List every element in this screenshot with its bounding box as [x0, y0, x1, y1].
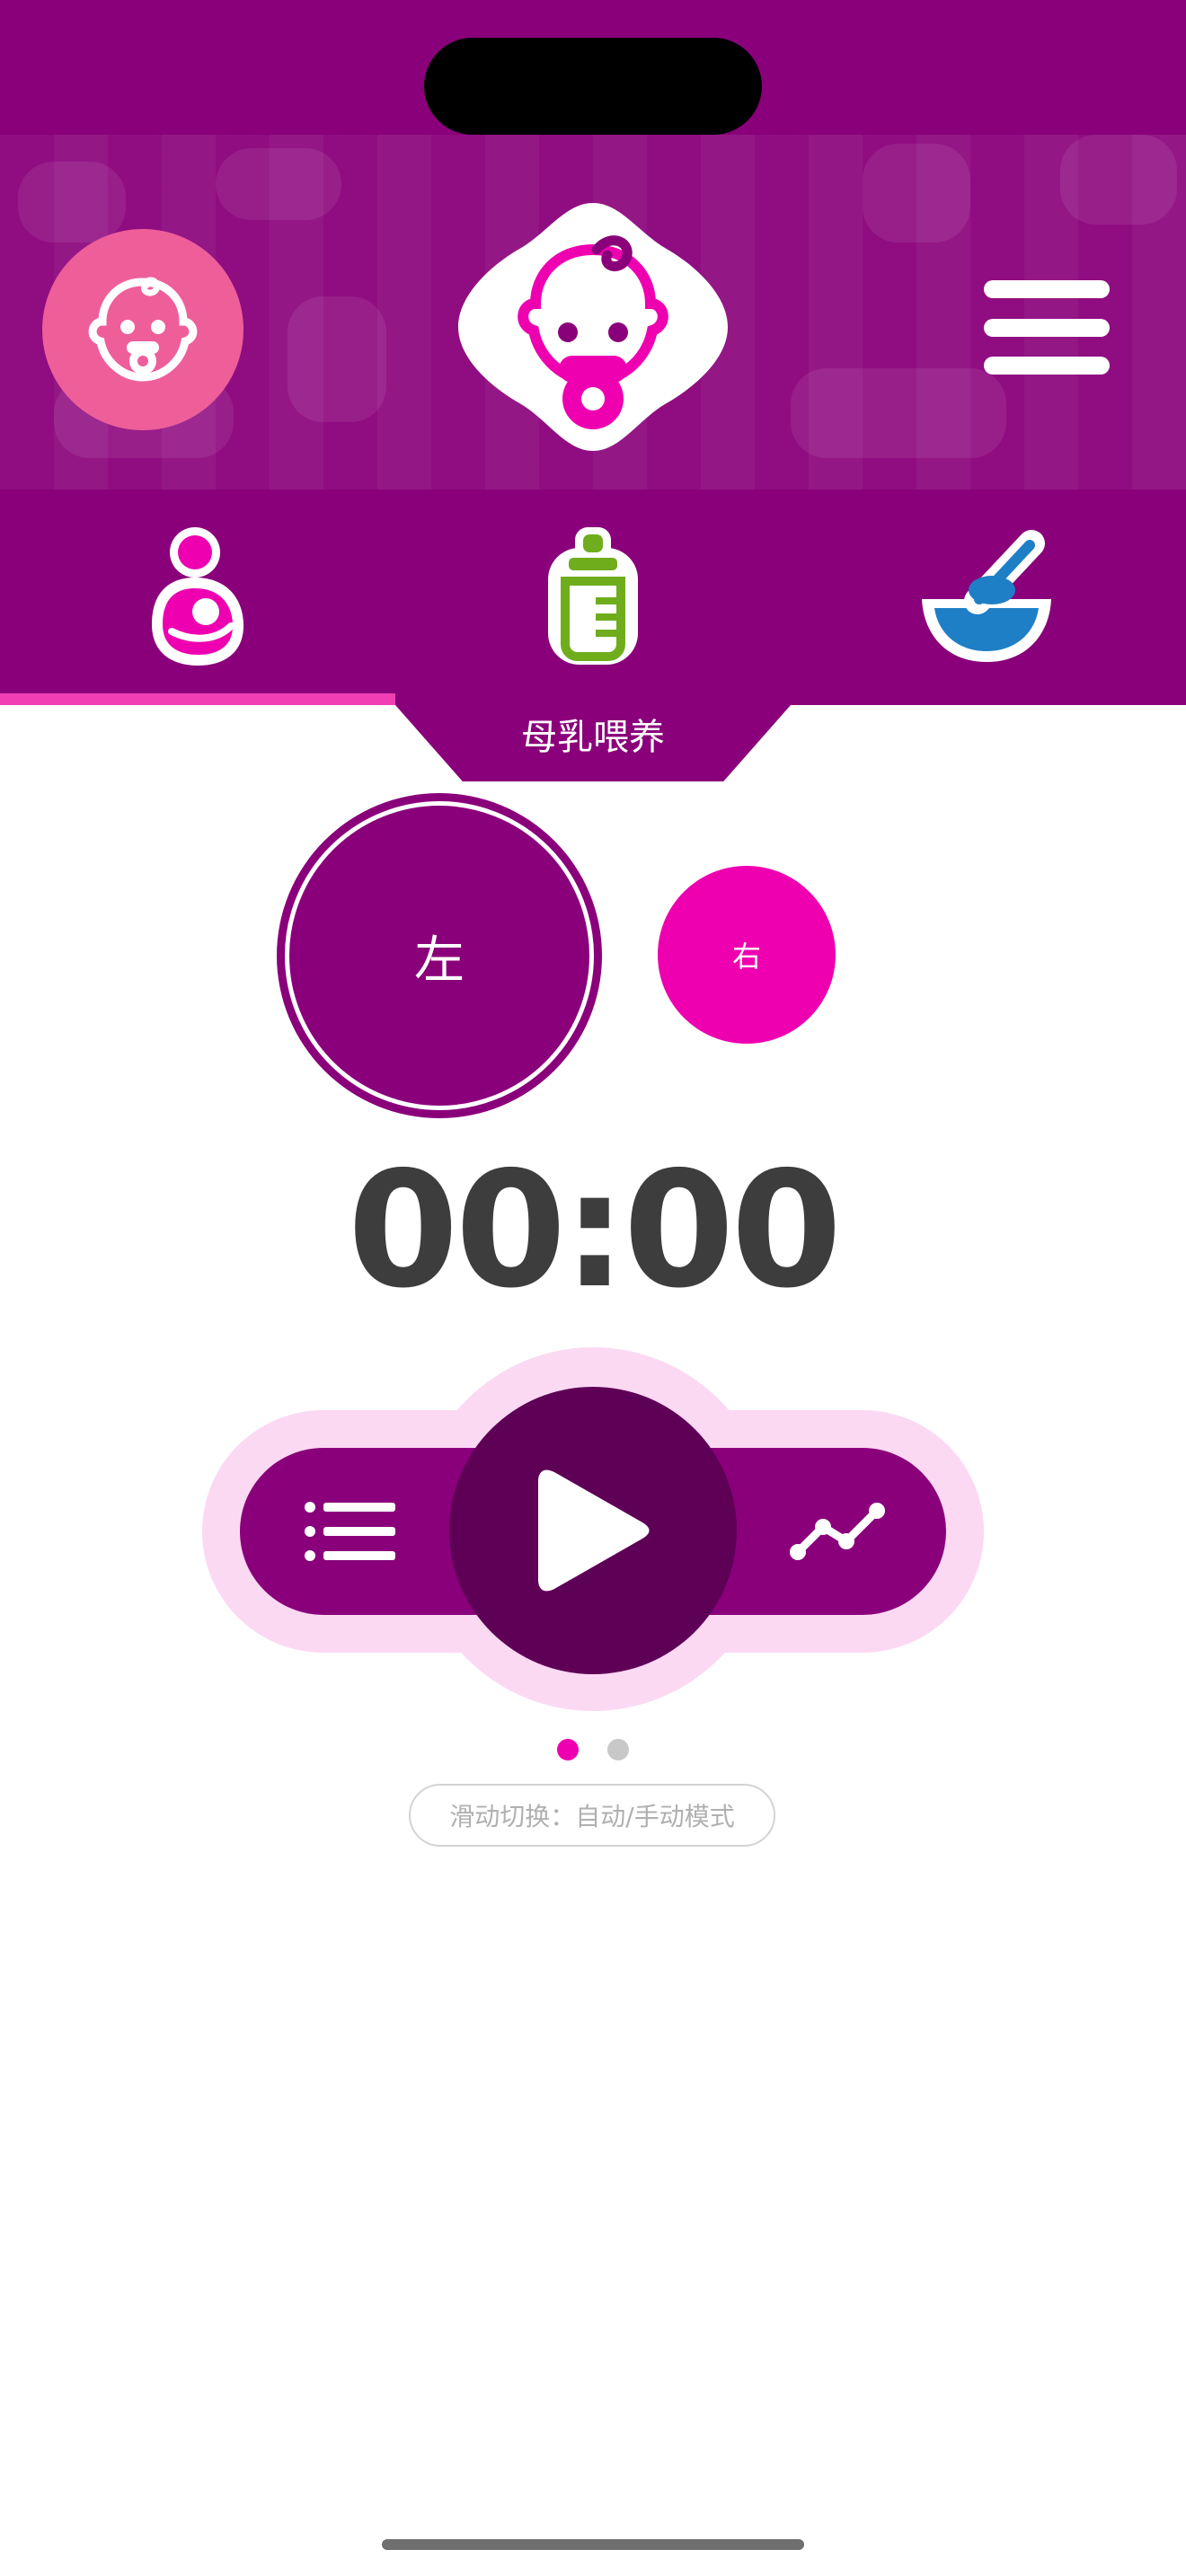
pattern-shape: [791, 368, 1006, 458]
tab-solid-food[interactable]: [915, 521, 1058, 674]
app-logo: [458, 196, 728, 458]
timer-display: 00:00: [347, 1137, 843, 1323]
baby-profile-button[interactable]: [42, 229, 243, 430]
history-list-button[interactable]: [296, 1491, 404, 1572]
play-icon: [538, 1469, 650, 1592]
home-indicator[interactable]: [382, 2539, 804, 2550]
list-icon: [305, 1502, 395, 1561]
line-chart-icon: [790, 1503, 885, 1560]
swipe-hint: 滑动切换：自动/手动模式: [409, 1784, 775, 1847]
pattern-shape: [863, 144, 970, 243]
right-side-label: 右: [731, 940, 761, 974]
page-indicator[interactable]: [557, 1738, 629, 1761]
tab-selected-indicator: [0, 693, 395, 705]
hamburger-menu-icon: [984, 318, 1110, 337]
tab-title: 母乳喂养: [521, 717, 665, 758]
tab-bottle-feeding[interactable]: [521, 521, 665, 674]
hamburger-menu-icon: [984, 280, 1110, 298]
hamburger-menu-icon: [984, 357, 1110, 375]
swipe-hint-text: 滑动切换：自动/手动模式: [449, 1802, 735, 1831]
pattern-shape: [18, 162, 126, 243]
app-header: [0, 0, 1186, 705]
menu-button[interactable]: [984, 280, 1110, 375]
baby-face-icon: [88, 277, 198, 382]
right-side-button[interactable]: 右: [658, 866, 836, 1044]
left-side-label: 左: [414, 931, 465, 990]
left-side-button[interactable]: 左: [277, 793, 602, 1118]
play-button[interactable]: [449, 1387, 737, 1674]
baby-face-pacifier-logo: [458, 203, 728, 451]
baby-food-bowl-icon: [922, 530, 1051, 662]
page-dot-active[interactable]: [557, 1739, 579, 1760]
statistics-button[interactable]: [780, 1486, 897, 1576]
pattern-shape: [216, 148, 341, 220]
page-dot[interactable]: [607, 1739, 629, 1760]
pattern-shape: [1060, 135, 1177, 225]
pattern-shape: [288, 296, 386, 422]
baby-bottle-icon: [548, 527, 638, 665]
camera-notch: [424, 38, 762, 135]
breastfeeding-icon: [152, 527, 243, 666]
tab-breastfeeding[interactable]: [126, 521, 270, 674]
